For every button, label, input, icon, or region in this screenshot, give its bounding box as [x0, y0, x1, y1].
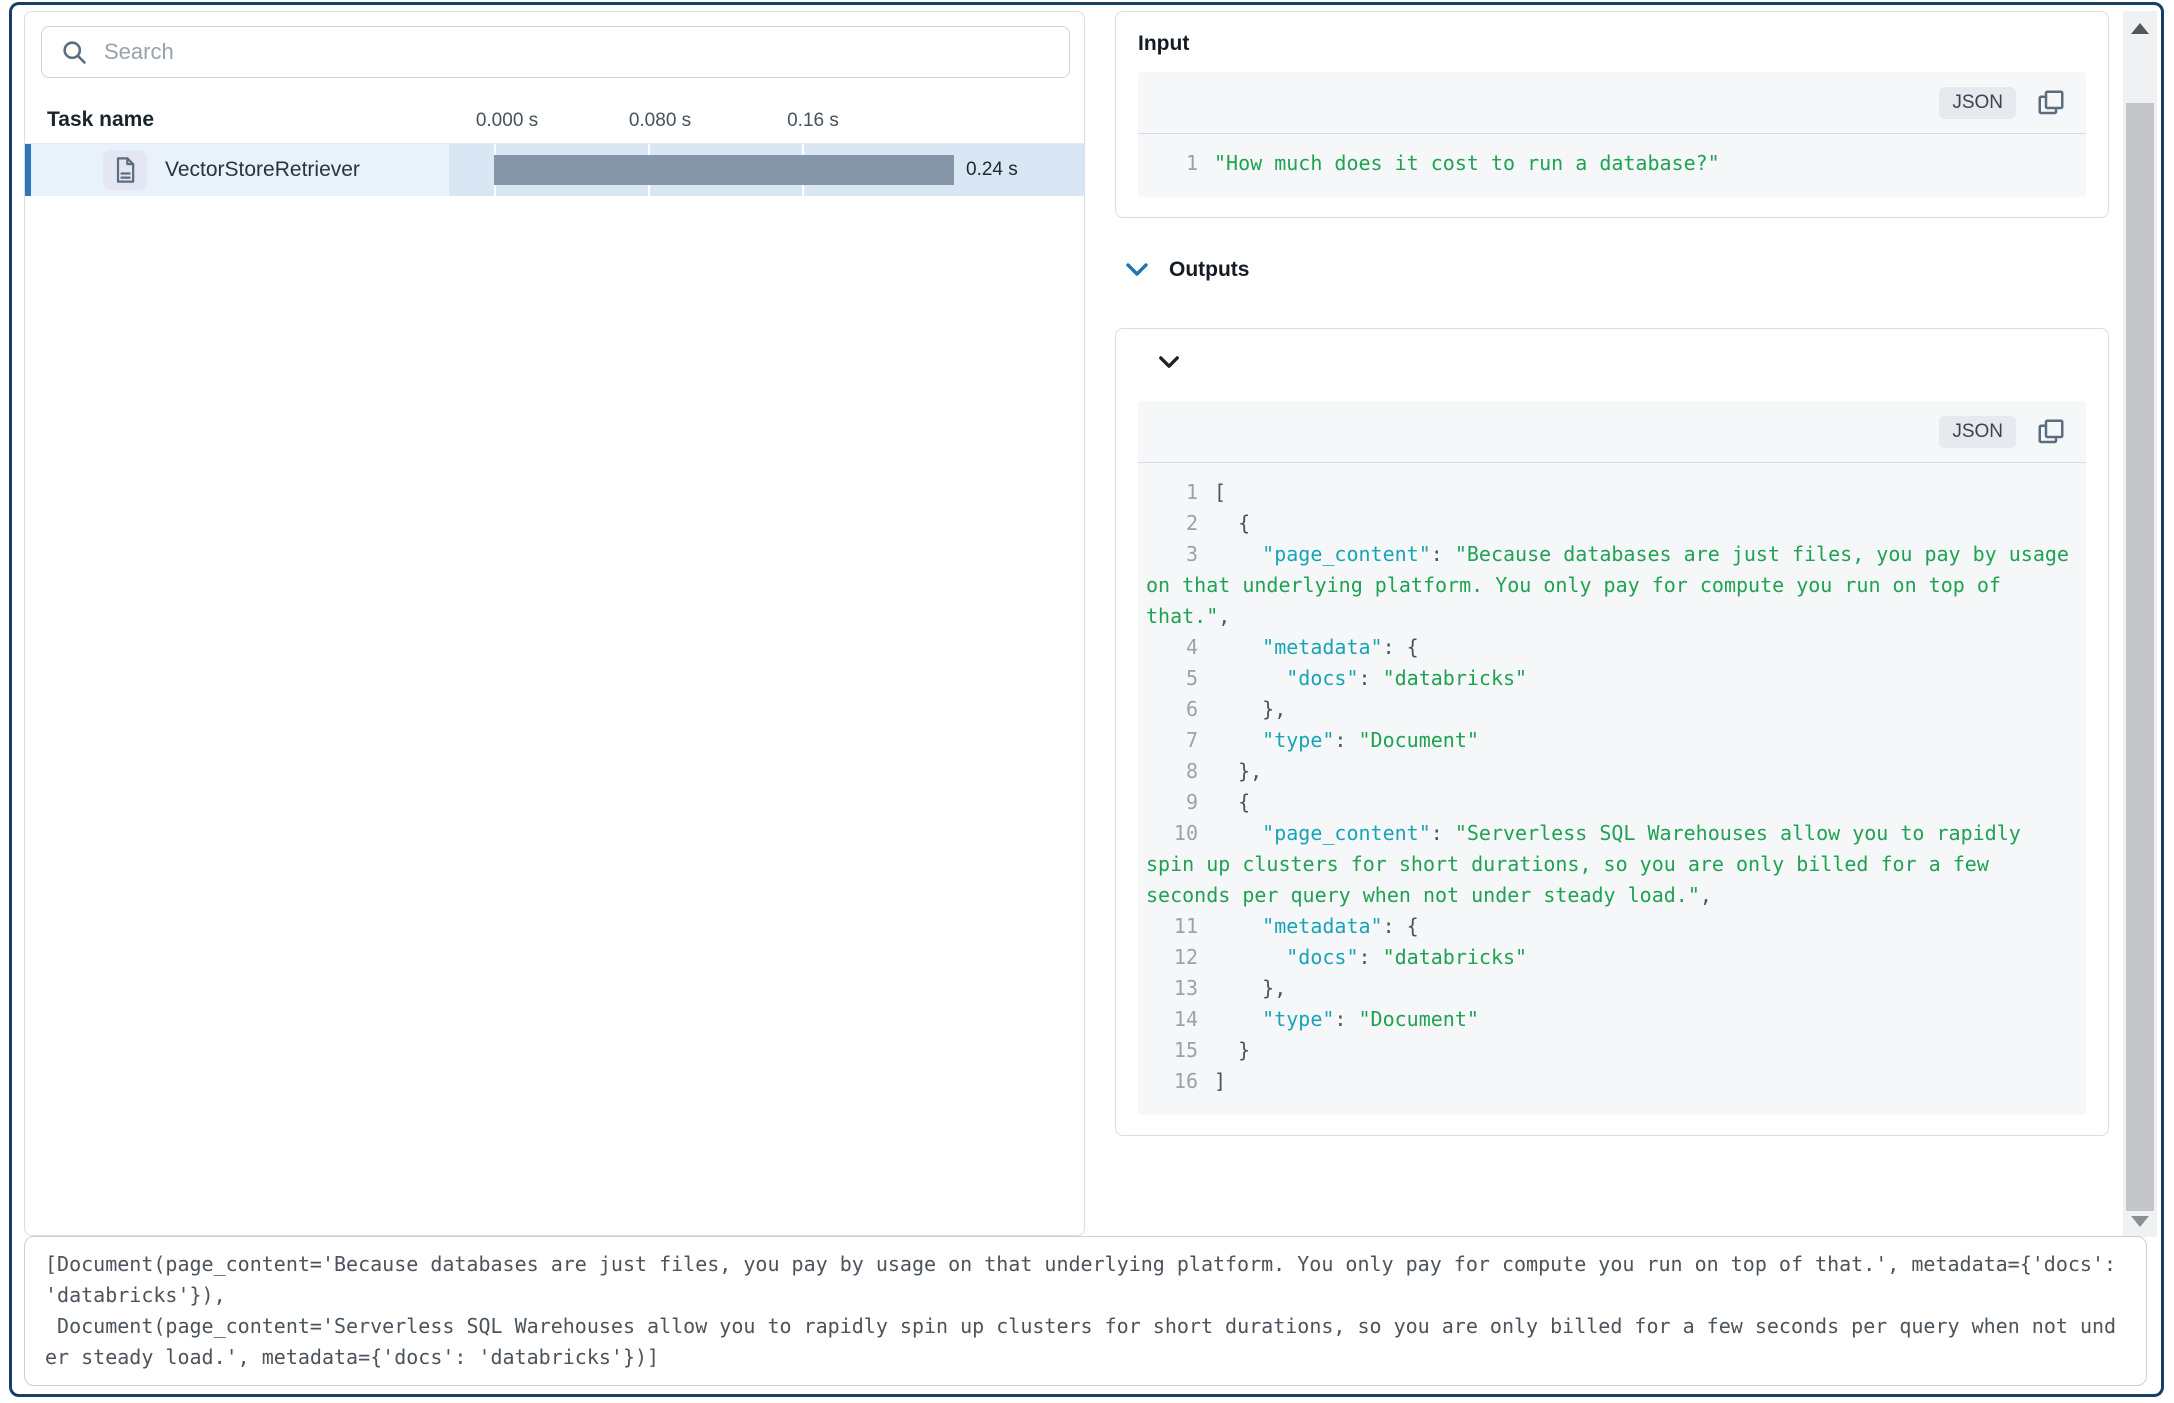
chevron-down-icon — [1158, 355, 1180, 370]
search-input[interactable] — [102, 38, 1051, 66]
input-code-body: 1"How much does it cost to run a databas… — [1138, 134, 2086, 197]
outputs-item-collapse-button[interactable] — [1158, 355, 1180, 370]
duration-label: 0.24 s — [966, 159, 1018, 181]
code-line: 5 "docs": "databricks" — [1138, 663, 2076, 694]
main-area: Task name 0.000 s 0.080 s 0.16 s 0.24 s — [12, 5, 2161, 1237]
code-line: 13 }, — [1138, 973, 2076, 1004]
line-number: 2 — [1146, 508, 1198, 539]
input-code-header: JSON — [1138, 72, 2086, 134]
line-number: 12 — [1146, 942, 1198, 973]
copy-button[interactable] — [2036, 88, 2066, 118]
line-number: 9 — [1146, 787, 1198, 818]
timeline-zone: 0.24 s — [449, 144, 1084, 196]
code-line: 6 }, — [1138, 694, 2076, 725]
raw-output-text: [Document(page_content='Because database… — [24, 1236, 2147, 1386]
scrollbar-down-arrow-icon[interactable] — [2131, 1216, 2149, 1227]
chevron-down-icon — [1125, 262, 1149, 278]
code-line: 10 "page_content": "Serverless SQL Wareh… — [1138, 818, 2076, 911]
line-number: 11 — [1146, 911, 1198, 942]
copy-button[interactable] — [2036, 417, 2066, 447]
line-number: 13 — [1146, 973, 1198, 1004]
task-name-label: VectorStoreRetriever — [165, 158, 360, 182]
timeline-tick-2: 0.16 s — [787, 110, 839, 132]
line-number: 8 — [1146, 756, 1198, 787]
line-number: 4 — [1146, 632, 1198, 663]
copy-icon — [2036, 417, 2066, 447]
line-number: 5 — [1146, 663, 1198, 694]
input-code-block: JSON 1"How much does it cost to — [1138, 72, 2086, 197]
task-table-header: Task name 0.000 s 0.080 s 0.16 s — [25, 100, 1084, 144]
json-format-badge[interactable]: JSON — [1939, 416, 2016, 448]
task-name-column-header: Task name — [47, 108, 154, 132]
code-line: 12 "docs": "databricks" — [1138, 942, 2076, 973]
timeline-tick-1: 0.080 s — [629, 110, 691, 132]
line-number: 16 — [1146, 1066, 1198, 1097]
document-icon — [112, 156, 138, 184]
outputs-code-body: 1[2 {3 "page_content": "Because database… — [1138, 463, 2086, 1115]
duration-bar[interactable] — [494, 155, 954, 185]
selected-row-accent — [25, 144, 31, 196]
code-line: 14 "type": "Document" — [1138, 1004, 2076, 1035]
scrollbar-thumb[interactable] — [2126, 103, 2154, 1211]
task-icon-chip — [103, 150, 147, 190]
code-line: 4 "metadata": { — [1138, 632, 2076, 663]
outputs-section-title: Outputs — [1169, 258, 1249, 282]
app-window: Task name 0.000 s 0.080 s 0.16 s 0.24 s — [9, 2, 2164, 1397]
line-number: 1 — [1146, 148, 1198, 179]
json-format-badge[interactable]: JSON — [1939, 87, 2016, 119]
code-line: 16] — [1138, 1066, 2076, 1097]
scrollbar-up-arrow-icon[interactable] — [2131, 23, 2149, 34]
task-row-vectorstoreretriever[interactable]: 0.24 s VectorStoreRetriever — [25, 144, 1084, 196]
code-line: 1"How much does it cost to run a databas… — [1138, 148, 2076, 179]
code-line: 15 } — [1138, 1035, 2076, 1066]
line-number: 1 — [1146, 477, 1198, 508]
input-card: Input JSON — [1115, 11, 2109, 218]
outputs-code-header: JSON — [1138, 401, 2086, 463]
code-line: 11 "metadata": { — [1138, 911, 2076, 942]
vertical-scrollbar[interactable] — [2123, 11, 2157, 1237]
span-detail-panel: Input JSON — [1085, 5, 2161, 1237]
outputs-collapse-button[interactable] — [1125, 262, 1149, 278]
code-line: 2 { — [1138, 508, 2076, 539]
code-line: 1[ — [1138, 477, 2076, 508]
line-number: 10 — [1146, 818, 1198, 849]
copy-icon — [2036, 88, 2066, 118]
code-line: 3 "page_content": "Because databases are… — [1138, 539, 2076, 632]
line-number: 14 — [1146, 1004, 1198, 1035]
line-number: 3 — [1146, 539, 1198, 570]
search-box[interactable] — [41, 26, 1070, 78]
span-detail-content: Input JSON — [1085, 5, 2123, 1237]
input-section-title: Input — [1138, 32, 2086, 56]
line-number: 6 — [1146, 694, 1198, 725]
outputs-section-header: Outputs — [1125, 258, 2109, 282]
outputs-card: JSON 1[2 {3 "page_content": — [1115, 328, 2109, 1136]
outputs-code-block: JSON 1[2 {3 "page_content": — [1138, 401, 2086, 1115]
code-line: 9 { — [1138, 787, 2076, 818]
code-line: 8 }, — [1138, 756, 2076, 787]
timeline-tick-0: 0.000 s — [476, 110, 538, 132]
line-number: 15 — [1146, 1035, 1198, 1066]
search-icon — [60, 38, 88, 66]
trace-tree-panel: Task name 0.000 s 0.080 s 0.16 s 0.24 s — [24, 11, 1085, 1236]
line-number: 7 — [1146, 725, 1198, 756]
code-line: 7 "type": "Document" — [1138, 725, 2076, 756]
